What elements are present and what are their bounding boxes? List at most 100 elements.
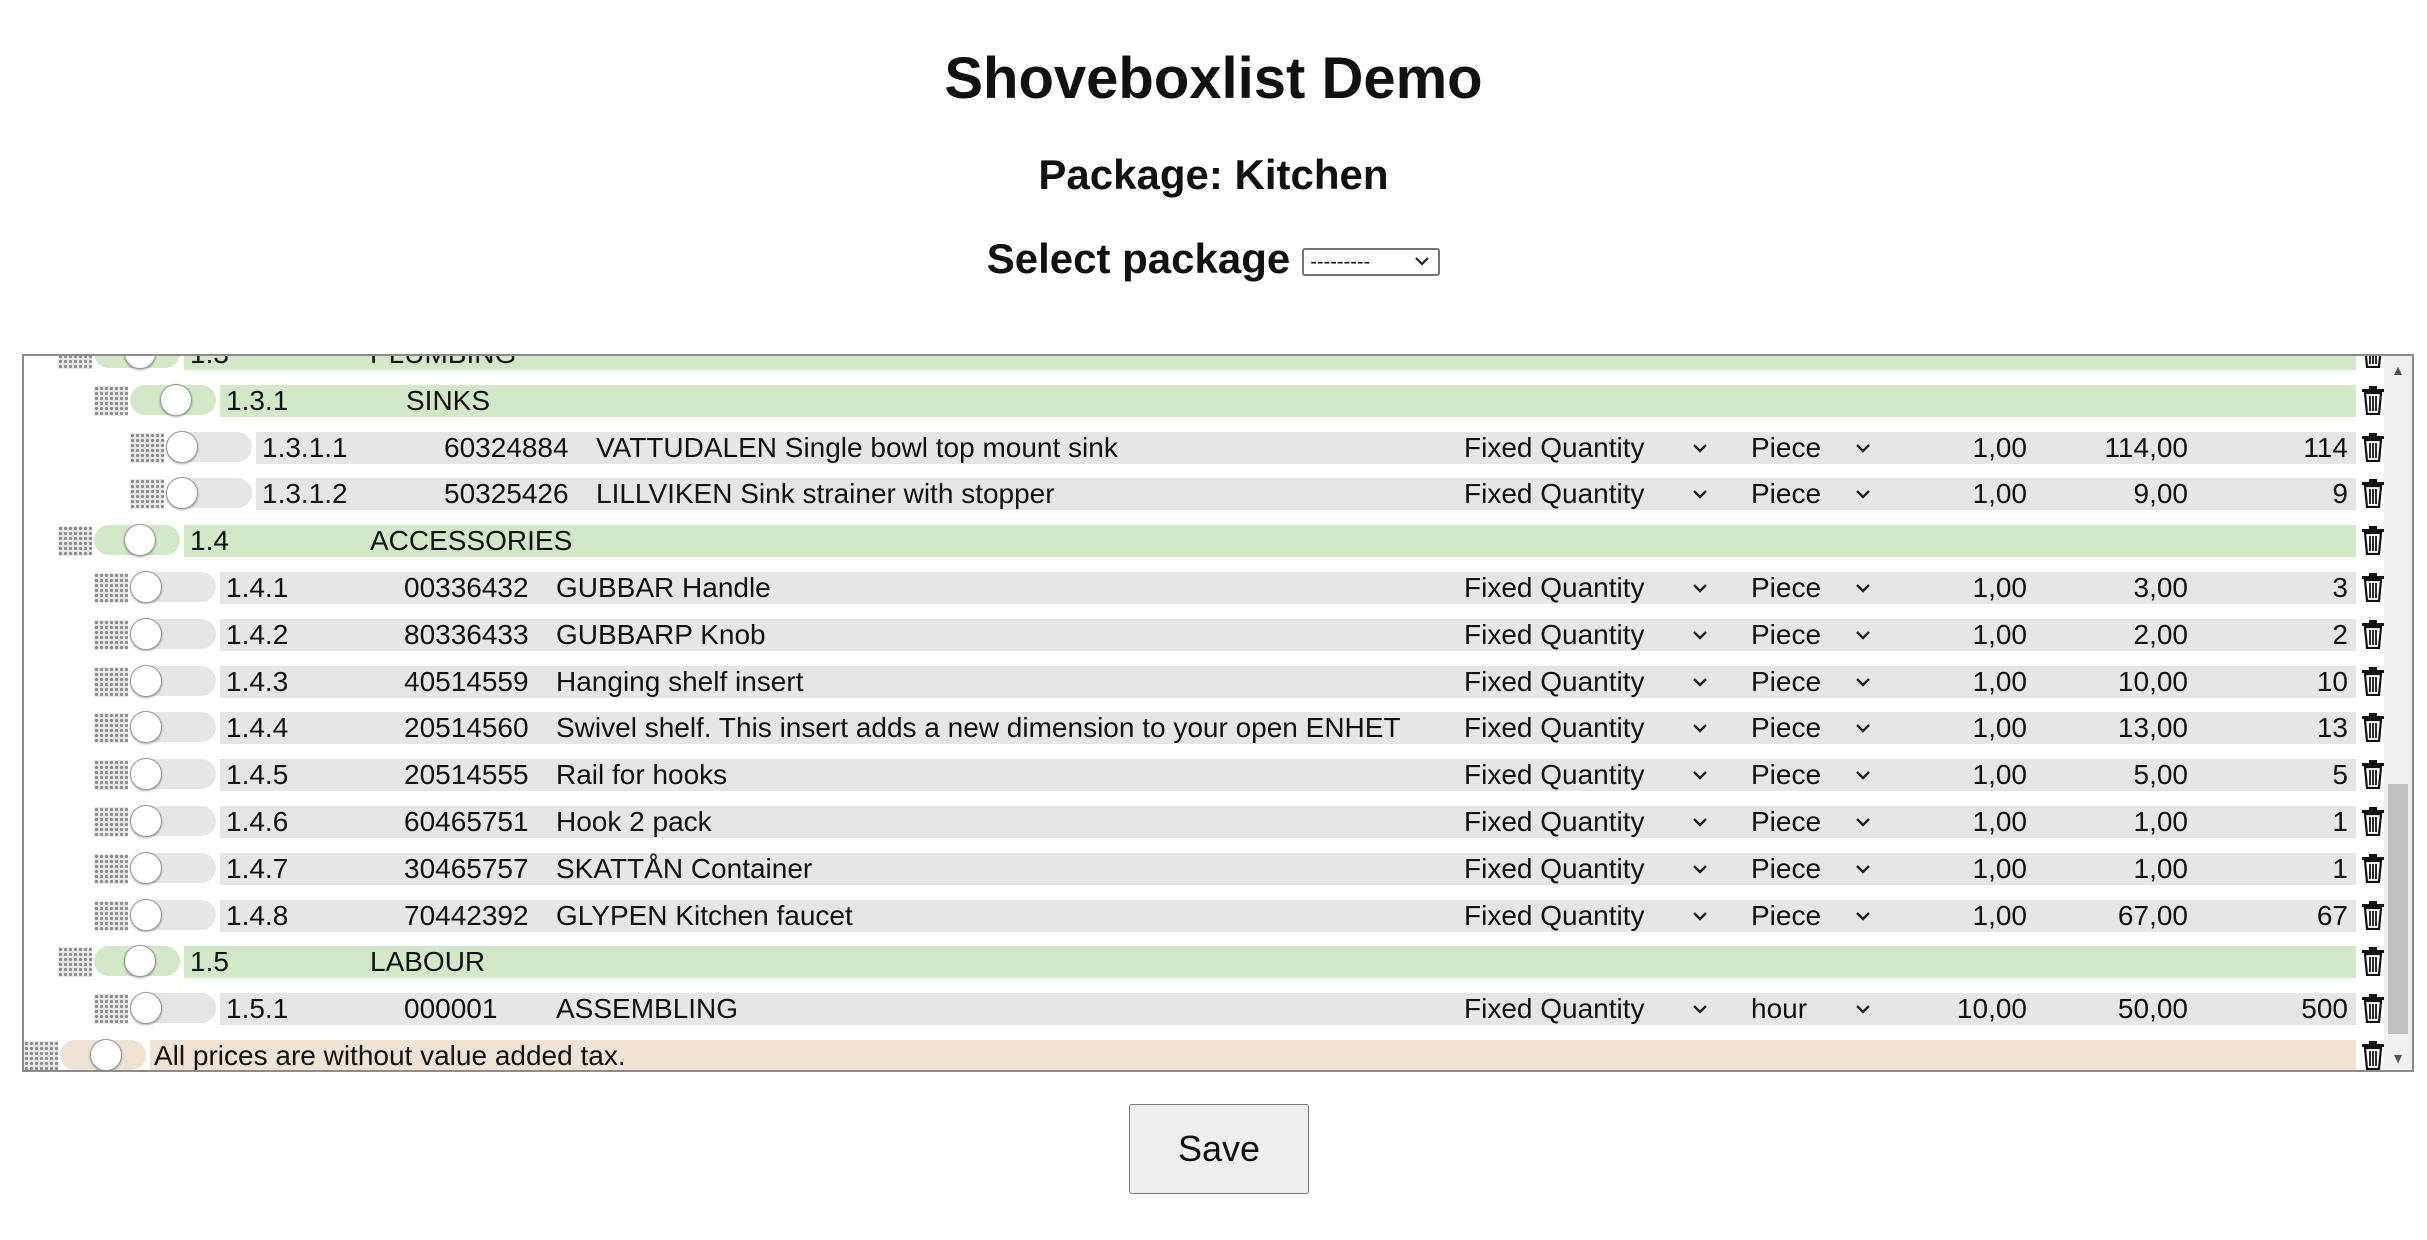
drag-handle-icon[interactable] — [24, 1041, 58, 1070]
table-row: 1.4.4 20514560 Swivel shelf. This insert a… — [24, 708, 2388, 746]
row-toggle[interactable] — [130, 571, 216, 603]
drag-handle-icon[interactable] — [130, 479, 164, 510]
unit-select[interactable]: Piece — [1751, 619, 1873, 651]
unit-price-value: 3,00 — [2133, 572, 2189, 603]
trash-icon[interactable] — [2360, 432, 2386, 462]
drag-handle-icon[interactable] — [94, 713, 128, 744]
unit-select[interactable]: hour — [1751, 993, 1873, 1025]
unit-select[interactable]: Piece — [1751, 900, 1873, 932]
quantity-type-select[interactable]: Fixed Quantity — [1464, 572, 1710, 604]
toggle-knob — [166, 477, 198, 510]
package-selector: Select package --------- — [0, 233, 2427, 285]
row-toggle[interactable] — [94, 524, 180, 557]
drag-handle-icon[interactable] — [94, 807, 128, 837]
group-name: PLUMBING — [370, 356, 1270, 370]
drag-handle-icon[interactable] — [130, 432, 164, 463]
drag-handle-icon[interactable] — [58, 356, 92, 369]
toggle-knob — [130, 898, 162, 931]
unit-select-value: Piece — [1751, 431, 1822, 463]
quantity-type-select[interactable]: Fixed Quantity — [1464, 432, 1710, 464]
article-code: 60324884 — [444, 431, 569, 463]
row-toggle[interactable] — [130, 383, 216, 416]
scroll-up-arrow[interactable]: ▲ — [2384, 362, 2412, 378]
unit-select[interactable]: Piece — [1751, 666, 1873, 698]
row-toggle[interactable] — [94, 945, 180, 978]
drag-handle-icon[interactable] — [94, 900, 128, 931]
quantity-type-select-value: Fixed Quantity — [1464, 993, 1645, 1025]
scroll-down-arrow[interactable]: ▼ — [2384, 1050, 2412, 1066]
quantity-type-select[interactable]: Fixed Quantity — [1464, 853, 1710, 885]
row-toggle[interactable] — [130, 664, 216, 697]
trash-icon[interactable] — [2360, 478, 2386, 509]
drag-handle-icon[interactable] — [94, 853, 128, 884]
unit-select[interactable]: Piece — [1751, 572, 1873, 604]
unit-select[interactable]: Piece — [1751, 432, 1873, 464]
trash-icon[interactable] — [2360, 666, 2386, 696]
quantity-type-select[interactable]: Fixed Quantity — [1464, 900, 1710, 932]
unit-select-value: Piece — [1751, 665, 1822, 697]
vertical-scrollbar[interactable]: ▲ ▼ — [2384, 356, 2412, 1070]
shoveboxlist-table[interactable]: ▲ ▼ 1.3 PLUMBING 1.3.1 SINKS 1.3.1.1 60324884… — [22, 354, 2414, 1072]
scrollbar-thumb[interactable] — [2388, 784, 2408, 1034]
drag-handle-icon[interactable] — [94, 573, 128, 603]
quantity-type-select[interactable]: Fixed Quantity — [1464, 806, 1710, 838]
row-toggle[interactable] — [130, 758, 216, 791]
trash-icon[interactable] — [2360, 619, 2386, 649]
row-toggle[interactable] — [166, 430, 252, 463]
row-number: 1.4.7 — [226, 852, 289, 884]
unit-price-value: 9,00 — [2133, 478, 2189, 510]
row-toggle[interactable] — [130, 898, 216, 931]
trash-icon[interactable] — [2360, 993, 2386, 1024]
unit-select[interactable]: Piece — [1751, 853, 1873, 885]
row-number: 1.4.8 — [226, 899, 289, 931]
package-select[interactable]: --------- — [1302, 248, 1441, 276]
drag-handle-icon[interactable] — [94, 994, 128, 1025]
row-number: 1.4.2 — [226, 618, 289, 650]
quantity-type-select[interactable]: Fixed Quantity — [1464, 759, 1710, 791]
row-toggle[interactable] — [130, 711, 216, 744]
toggle-knob — [130, 992, 162, 1025]
row-toggle[interactable] — [60, 1039, 146, 1070]
trash-icon[interactable] — [2360, 900, 2386, 930]
drag-handle-icon[interactable] — [94, 760, 128, 791]
trash-icon[interactable] — [2360, 354, 2386, 368]
quantity-type-select-value: Fixed Quantity — [1464, 852, 1645, 884]
trash-icon[interactable] — [2360, 853, 2386, 883]
unit-select-value: Piece — [1751, 478, 1822, 510]
quantity-type-select[interactable]: Fixed Quantity — [1464, 666, 1710, 698]
unit-select[interactable]: Piece — [1751, 478, 1873, 510]
table-row: 1.4.1 00336432 GUBBAR Handle Fixed Quantity… — [24, 568, 2388, 606]
row-toggle[interactable] — [130, 617, 216, 650]
group-row: 1.3.1 SINKS — [24, 381, 2388, 419]
trash-icon[interactable] — [2360, 712, 2386, 743]
row-toggle[interactable] — [130, 992, 216, 1025]
item-name: GUBBARP Knob — [556, 618, 766, 650]
row-toggle[interactable] — [130, 851, 216, 884]
trash-icon[interactable] — [2360, 1040, 2386, 1070]
drag-handle-icon[interactable] — [58, 526, 92, 557]
trash-icon[interactable] — [2360, 385, 2386, 415]
unit-select[interactable]: Piece — [1751, 806, 1873, 838]
unit-select[interactable]: Piece — [1751, 759, 1873, 791]
drag-handle-icon[interactable] — [94, 619, 128, 650]
row-number: 1.4.6 — [226, 806, 289, 837]
trash-icon[interactable] — [2360, 946, 2386, 977]
trash-icon[interactable] — [2360, 525, 2386, 556]
quantity-type-select[interactable]: Fixed Quantity — [1464, 619, 1710, 651]
save-button[interactable]: Save — [1129, 1104, 1309, 1194]
row-toggle[interactable] — [130, 805, 216, 837]
drag-handle-icon[interactable] — [94, 666, 128, 697]
quantity-type-select[interactable]: Fixed Quantity — [1464, 478, 1710, 510]
row-toggle[interactable] — [166, 477, 252, 510]
quantity-value: 1,00 — [1972, 759, 2028, 791]
row-toggle[interactable] — [94, 356, 180, 369]
drag-handle-icon[interactable] — [94, 385, 128, 416]
trash-icon[interactable] — [2360, 806, 2386, 836]
quantity-type-select[interactable]: Fixed Quantity — [1464, 993, 1710, 1025]
quantity-type-select[interactable]: Fixed Quantity — [1464, 712, 1710, 744]
trash-icon[interactable] — [2360, 572, 2386, 602]
item-name: GUBBAR Handle — [556, 572, 771, 603]
unit-select[interactable]: Piece — [1751, 712, 1873, 744]
drag-handle-icon[interactable] — [58, 947, 92, 978]
trash-icon[interactable] — [2360, 759, 2386, 790]
